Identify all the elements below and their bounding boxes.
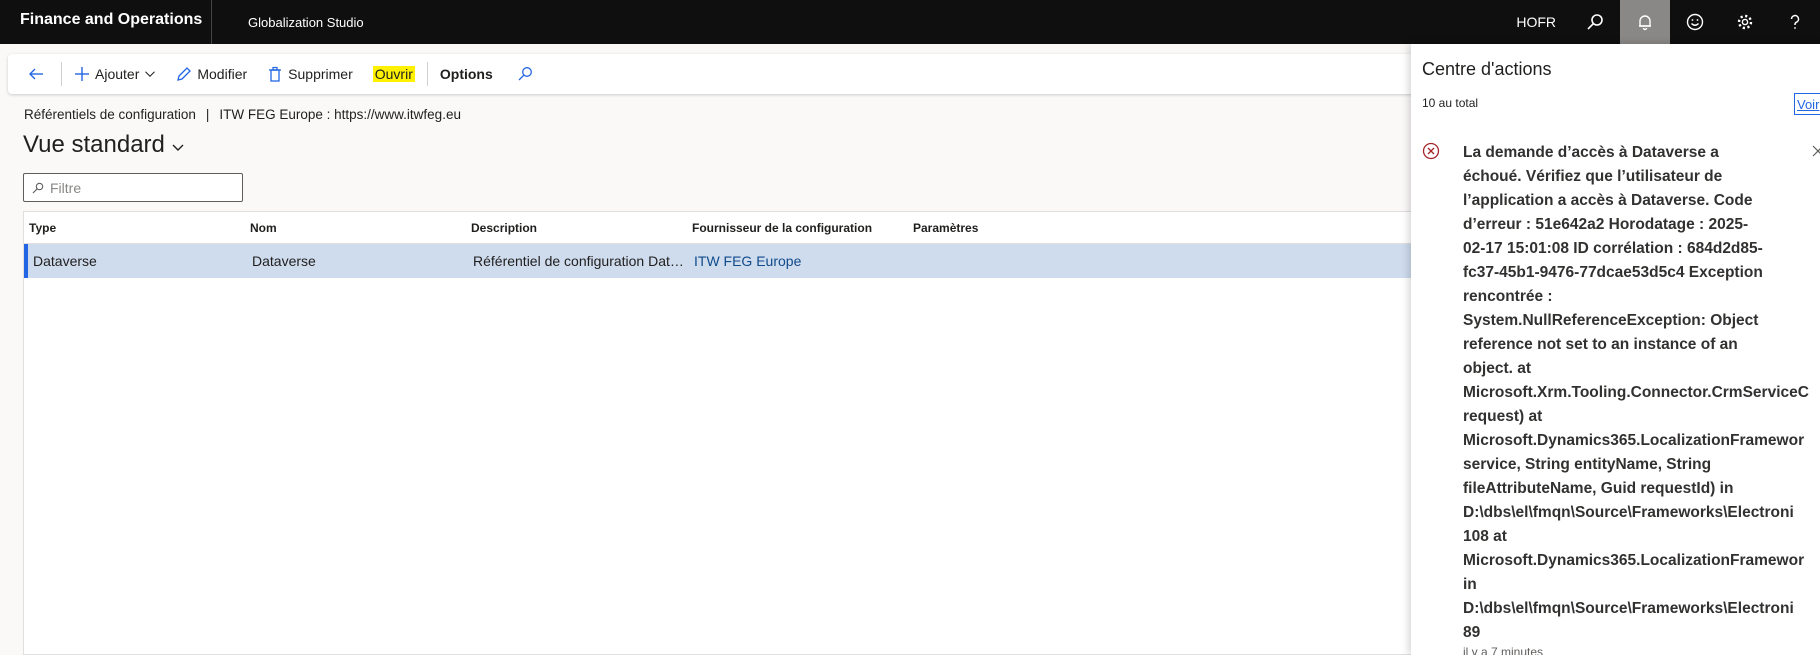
- settings-button[interactable]: [1720, 0, 1770, 44]
- action-search-button[interactable]: [507, 54, 548, 94]
- company-picker[interactable]: HOFR: [1502, 14, 1570, 30]
- view-all-button[interactable]: Voir: [1794, 93, 1820, 115]
- column-header-description[interactable]: Description: [466, 221, 687, 235]
- error-message: La demande d’accès à Dataverse a échoué.…: [1463, 144, 1809, 641]
- plus-icon: [75, 67, 89, 81]
- cell-name: Dataverse: [252, 253, 316, 269]
- panel-title: Centre d'actions: [1422, 59, 1552, 79]
- cell-description: Référentiel de configuration Dataverse: [473, 253, 688, 269]
- bell-icon: [1639, 15, 1651, 31]
- view-selector[interactable]: Vue standard: [23, 131, 185, 159]
- action-pane: Ajouter Modifier Supprimer Ouvrir Option…: [8, 54, 1416, 94]
- delete-label: Supprimer: [288, 66, 353, 82]
- top-right-tools: HOFR: [1502, 0, 1820, 44]
- breadcrumb-item[interactable]: Référentiels de configuration: [24, 107, 196, 122]
- table-row[interactable]: Dataverse Dataverse Référentiel de confi…: [24, 244, 1415, 278]
- question-icon: [1790, 14, 1800, 29]
- grid-header: Type Nom Description Fournisseur de la c…: [24, 212, 1415, 244]
- gear-icon: [1737, 14, 1753, 30]
- edit-button[interactable]: Modifier: [166, 54, 257, 94]
- search-button[interactable]: [1570, 0, 1620, 44]
- filter-placeholder: Filtre: [50, 179, 82, 196]
- cell-type: Dataverse: [33, 253, 97, 269]
- divider: [426, 62, 428, 86]
- chevron-down-icon: [172, 144, 184, 151]
- feedback-button[interactable]: [1670, 0, 1720, 44]
- app-title[interactable]: Finance and Operations: [0, 0, 212, 44]
- column-header-type[interactable]: Type: [24, 221, 245, 235]
- back-button[interactable]: [18, 54, 59, 94]
- divider: [61, 62, 62, 86]
- search-icon: [32, 182, 44, 193]
- breadcrumb: Référentiels de configuration | ITW FEG Eu…: [24, 107, 461, 122]
- column-header-name[interactable]: Nom: [245, 221, 466, 235]
- action-center-panel: Centre d'actions 10 au total Voir La dem…: [1411, 44, 1820, 655]
- edit-label: Modifier: [197, 66, 248, 82]
- error-icon: [1422, 142, 1440, 160]
- pencil-icon: [177, 67, 192, 81]
- trash-icon: [269, 66, 282, 82]
- configuration-grid: Type Nom Description Fournisseur de la c…: [23, 211, 1416, 655]
- add-button[interactable]: Ajouter: [64, 54, 166, 94]
- page-title: Vue standard: [23, 131, 165, 158]
- search-icon: [518, 67, 532, 81]
- cell-provider-link[interactable]: ITW FEG Europe: [688, 253, 909, 269]
- delete-button[interactable]: Supprimer: [257, 54, 363, 94]
- search-icon: [1587, 14, 1603, 30]
- help-button[interactable]: [1770, 0, 1820, 44]
- top-navigation-bar: Finance and Operations Globalization Stu…: [0, 0, 1820, 44]
- column-header-provider[interactable]: Fournisseur de la configuration: [687, 221, 908, 235]
- message-timestamp: il y a 7 minutes: [1463, 645, 1544, 655]
- message-count: 10 au total: [1422, 96, 1479, 110]
- options-tab[interactable]: Options: [430, 54, 503, 94]
- chevron-down-icon: [145, 71, 156, 77]
- breadcrumb-separator: |: [205, 107, 210, 122]
- breadcrumb-item: ITW FEG Europe : https://www.itwfeg.eu: [219, 107, 461, 122]
- filter-input[interactable]: Filtre: [23, 173, 243, 202]
- arrow-left-icon: [29, 68, 43, 80]
- smiley-icon: [1686, 13, 1704, 31]
- module-name[interactable]: Globalization Studio: [212, 15, 364, 30]
- open-button[interactable]: Ouvrir: [363, 54, 425, 94]
- column-header-parameters[interactable]: Paramètres: [908, 221, 1129, 235]
- open-label: Ouvrir: [372, 66, 415, 82]
- add-label: Ajouter: [95, 66, 140, 82]
- notifications-button[interactable]: [1620, 0, 1670, 44]
